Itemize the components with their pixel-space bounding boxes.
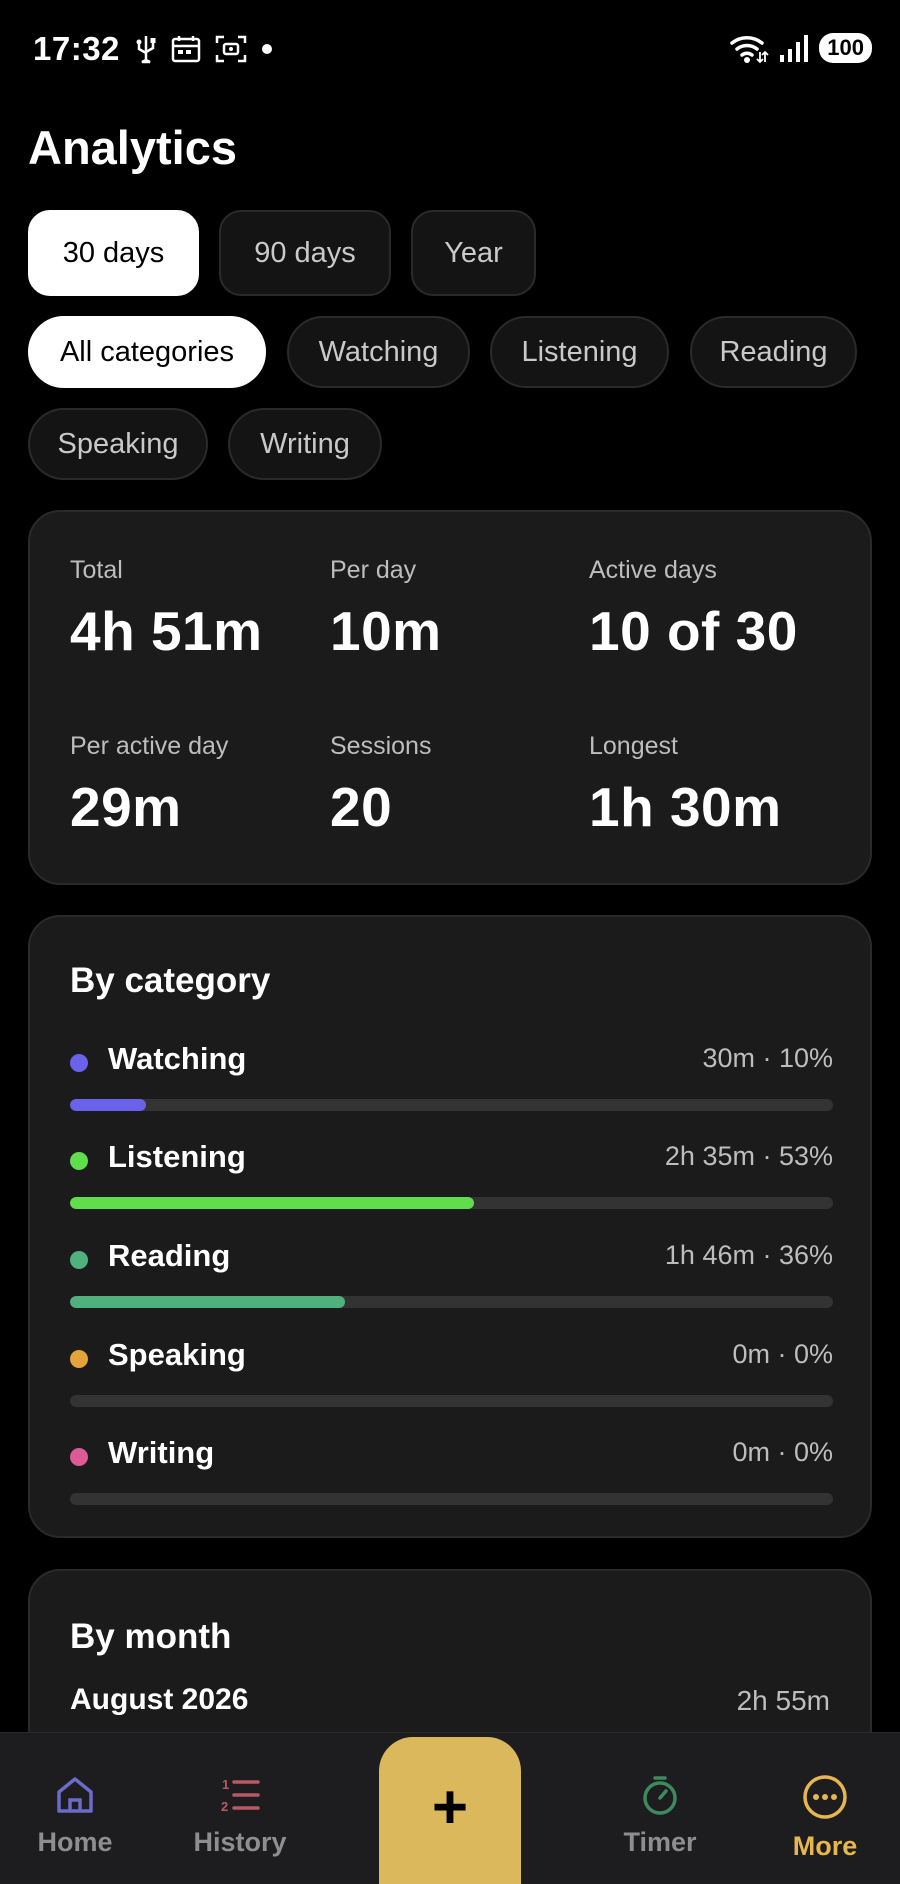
by-category-card: By category Watching 30m · 10% Listening… bbox=[28, 915, 872, 1538]
nav-more-label: More bbox=[792, 1831, 858, 1861]
category-progress-fill bbox=[70, 1296, 345, 1308]
category-row-reading[interactable]: Reading 1h 46m · 36% bbox=[70, 1238, 833, 1328]
status-icons-left bbox=[135, 34, 273, 64]
filter-watching-chip[interactable]: Watching bbox=[287, 316, 470, 388]
category-value: 30m · 10% bbox=[702, 1043, 833, 1073]
stat-label: Longest bbox=[589, 732, 678, 760]
category-row-watching[interactable]: Watching 30m · 10% bbox=[70, 1041, 833, 1131]
wifi-icon bbox=[730, 35, 769, 64]
category-progress-track bbox=[70, 1493, 833, 1505]
calendar-icon bbox=[171, 36, 201, 63]
page-title: Analytics bbox=[28, 121, 237, 174]
category-color-dot bbox=[70, 1251, 88, 1269]
by-month-title: By month bbox=[70, 1617, 232, 1656]
usb-icon bbox=[136, 36, 156, 64]
battery-indicator: 100 bbox=[819, 33, 872, 63]
numbered-list-icon: 12 bbox=[221, 1777, 260, 1814]
stat-label: Active days bbox=[589, 556, 717, 584]
month-row-label[interactable]: August 2026 bbox=[70, 1683, 248, 1717]
category-progress-track bbox=[70, 1395, 833, 1407]
category-name: Writing bbox=[108, 1435, 215, 1470]
category-value: 0m · 0% bbox=[732, 1437, 833, 1467]
stat-label: Per day bbox=[330, 556, 417, 584]
range-30-days-chip[interactable]: 30 days bbox=[28, 210, 199, 296]
filter-listening-chip[interactable]: Listening bbox=[490, 316, 669, 388]
signal-icon bbox=[780, 35, 809, 62]
summary-stats-card: Total 4h 51m Per day 10m Active days 10 … bbox=[28, 510, 872, 885]
svg-text:2: 2 bbox=[221, 1799, 228, 1814]
stat-value: 10m bbox=[330, 600, 442, 662]
stopwatch-icon bbox=[643, 1776, 677, 1815]
category-name: Speaking bbox=[108, 1337, 246, 1372]
nav-timer[interactable]: Timer bbox=[585, 1733, 735, 1884]
plus-icon: + bbox=[431, 1773, 469, 1842]
screenshot-icon bbox=[215, 35, 247, 63]
home-icon bbox=[57, 1777, 93, 1813]
nav-more[interactable]: More bbox=[750, 1733, 900, 1884]
category-progress-fill bbox=[70, 1197, 475, 1209]
category-name: Reading bbox=[108, 1238, 231, 1273]
filter-writing-chip[interactable]: Writing bbox=[228, 408, 382, 480]
nav-history[interactable]: 12 History bbox=[165, 1733, 315, 1884]
stat-per-active-day: Per active day 29m bbox=[70, 732, 228, 839]
add-session-button[interactable]: + bbox=[379, 1737, 521, 1884]
stat-sessions: Sessions 20 bbox=[330, 732, 431, 839]
stat-total: Total 4h 51m bbox=[70, 556, 263, 663]
by-category-title: By category bbox=[70, 961, 271, 1000]
category-color-dot bbox=[70, 1054, 88, 1072]
category-color-dot bbox=[70, 1152, 88, 1170]
category-progress-fill bbox=[70, 1099, 147, 1111]
stat-longest: Longest 1h 30m bbox=[589, 732, 782, 839]
category-progress-track bbox=[70, 1099, 833, 1111]
dot-icon bbox=[262, 44, 272, 54]
stat-value: 4h 51m bbox=[70, 600, 263, 662]
category-value: 2h 35m · 53% bbox=[664, 1141, 833, 1171]
stat-per-day: Per day 10m bbox=[330, 556, 442, 663]
category-row-speaking[interactable]: Speaking 0m · 0% bbox=[70, 1337, 833, 1427]
category-name: Listening bbox=[108, 1139, 246, 1174]
nav-history-label: History bbox=[193, 1827, 287, 1857]
category-value: 0m · 0% bbox=[732, 1339, 833, 1369]
status-icons-right: 100 bbox=[729, 32, 872, 64]
range-90-days-chip[interactable]: 90 days bbox=[219, 210, 391, 296]
category-color-dot bbox=[70, 1448, 88, 1466]
stat-active-days: Active days 10 of 30 bbox=[589, 556, 798, 663]
stat-value: 10 of 30 bbox=[589, 600, 798, 662]
stat-label: Total bbox=[70, 556, 123, 584]
nav-home-label: Home bbox=[37, 1827, 113, 1857]
nav-timer-label: Timer bbox=[623, 1827, 697, 1857]
category-row-listening[interactable]: Listening 2h 35m · 53% bbox=[70, 1139, 833, 1229]
stat-value: 29m bbox=[70, 776, 182, 838]
range-year-chip[interactable]: Year bbox=[411, 210, 536, 296]
filter-all-categories-chip[interactable]: All categories bbox=[28, 316, 266, 388]
svg-text:1: 1 bbox=[222, 1777, 229, 1792]
nav-home[interactable]: Home bbox=[0, 1733, 150, 1884]
category-color-dot bbox=[70, 1350, 88, 1368]
category-row-writing[interactable]: Writing 0m · 0% bbox=[70, 1435, 833, 1525]
stat-value: 20 bbox=[330, 776, 393, 838]
category-name: Watching bbox=[108, 1041, 247, 1076]
filter-reading-chip[interactable]: Reading bbox=[690, 316, 857, 388]
more-icon bbox=[803, 1775, 847, 1819]
stat-value: 1h 30m bbox=[589, 776, 782, 838]
status-bar: 17:32 100 bbox=[0, 0, 900, 100]
filter-speaking-chip[interactable]: Speaking bbox=[28, 408, 208, 480]
status-time: 17:32 bbox=[33, 30, 120, 67]
category-progress-track bbox=[70, 1197, 833, 1209]
category-progress-track bbox=[70, 1296, 833, 1308]
stat-label: Sessions bbox=[330, 732, 432, 760]
stat-label: Per active day bbox=[70, 732, 229, 760]
month-row-value: 2h 55m bbox=[736, 1685, 830, 1716]
category-value: 1h 46m · 36% bbox=[664, 1240, 833, 1270]
